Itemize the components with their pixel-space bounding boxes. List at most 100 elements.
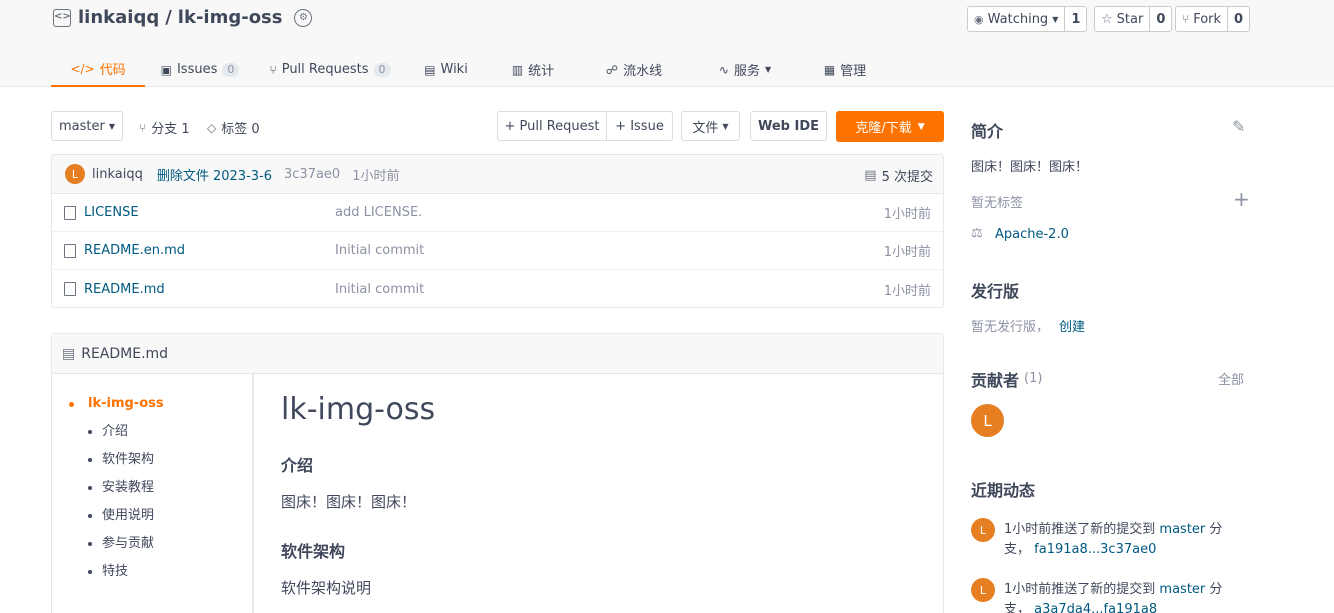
edit-icon[interactable]: ✎ [1232,117,1245,136]
new-issue-button[interactable]: + Issue [606,111,673,141]
pulse-icon: ∿ [718,62,729,77]
watch-label: Watching [987,11,1049,27]
branch-select[interactable]: master ▼ [51,111,123,141]
scale-icon: ⚖ [971,226,983,241]
intro-title: 简介 [971,122,1004,141]
tab-pipeline[interactable]: ☍ 流水线 [579,52,689,87]
readme-intro-heading: 介绍 [281,456,314,475]
toc-item[interactable]: 软件架构 [52,452,252,480]
shield-icon[interactable]: ⚙ [294,8,313,27]
issues-icon: ▣ [160,62,172,77]
toc-item[interactable]: 安装教程 [52,480,252,508]
commits-count-link[interactable]: ▤ 5 次提交 [864,166,933,185]
tags-link[interactable]: ◇ 标签 0 [207,118,260,138]
repo-separator: / [165,7,172,28]
pull-request-icon: ⑂ [269,62,277,77]
watch-button[interactable]: ◉ Watching ▼ [968,7,1064,31]
plus-icon[interactable]: + [1233,187,1250,211]
file-row[interactable]: LICENSE add LICENSE. 1小时前 [52,194,943,232]
activity-branch-link[interactable]: master [1159,582,1205,597]
tab-pipeline-label: 流水线 [623,64,663,79]
activity-branch-link[interactable]: master [1159,522,1205,537]
new-pull-request-button[interactable]: + Pull Request [497,111,607,141]
file-icon [64,205,76,220]
star-count[interactable]: 0 [1149,7,1171,31]
fork-button[interactable]: ⑂ Fork [1176,7,1227,31]
commit-time: 1小时前 [352,168,400,184]
license-link[interactable]: Apache-2.0 [995,227,1069,242]
readme-toc: lk-img-oss 介绍 软件架构 安装教程 使用说明 参与贡献 特技 [52,374,254,613]
avatar[interactable]: L [65,164,85,184]
file-text-icon: ▤ [62,345,76,362]
file-time: 1小时前 [883,245,931,260]
repo-name-link[interactable]: lk-img-oss [178,7,283,28]
avatar[interactable]: L [971,578,995,602]
avatar[interactable]: L [971,404,1004,437]
branches-label: 分支 1 [151,122,190,137]
bar-chart-icon: ▥ [511,62,524,77]
tab-manage-label: 管理 [840,64,867,79]
toc-item[interactable]: 特技 [52,564,252,592]
toc-item[interactable]: 参与贡献 [52,536,252,564]
tab-pull-requests-count: 0 [373,62,391,77]
tab-stats[interactable]: ▥ 统计 [487,52,579,87]
activity-range-link[interactable]: fa191a8...3c37ae0 [1034,542,1156,557]
file-icon [64,282,76,296]
file-commit-message[interactable]: Initial commit [335,243,424,258]
tab-manage[interactable]: ▦ 管理 [801,52,889,87]
file-menu-label: 文件 [692,120,719,136]
branches-link[interactable]: ⑂ 分支 1 [139,118,190,138]
caret-down-icon: ▼ [722,121,729,131]
tab-services[interactable]: ∿ 服务 ▼ [689,52,801,87]
toc-item[interactable]: 介绍 [52,424,252,452]
activity-range-link[interactable]: a3a7da4...fa191a8 [1034,602,1157,613]
tab-issues-count: 0 [222,62,240,77]
readme-arch-heading: 软件架构 [281,542,346,561]
all-contributors-link[interactable]: 全部 [1218,369,1244,388]
star-icon: ☆ [1101,11,1113,27]
commit-author[interactable]: linkaiqq [92,167,143,182]
file-name[interactable]: LICENSE [84,205,139,220]
file-row[interactable]: README.en.md Initial commit 1小时前 [52,232,943,270]
file-name[interactable]: README.en.md [84,243,185,258]
tab-wiki-label: Wiki [440,62,468,77]
activity-title: 近期动态 [971,481,1036,500]
repo-title: <> linkaiqq / lk-img-oss ⚙ [53,7,313,28]
clone-download-button[interactable]: 克隆/下载 ▼ [836,111,944,142]
avatar[interactable]: L [971,518,995,542]
file-name[interactable]: README.md [84,282,165,297]
readme-panel: ▤ README.md lk-img-oss 介绍 软件架构 安装教程 使用说明… [51,333,944,613]
release-title: 发行版 [971,282,1020,301]
tab-issues[interactable]: ▣ Issues 0 [145,52,255,87]
file-row[interactable]: README.md Initial commit 1小时前 [52,270,943,308]
star-button[interactable]: ☆ Star [1095,7,1149,31]
file-icon [64,243,76,258]
contributors-title: 贡献者 [971,371,1020,390]
web-ide-button[interactable]: Web IDE [750,111,827,141]
caret-down-icon: ▼ [764,65,772,74]
toc-item[interactable]: lk-img-oss [52,396,252,424]
fork-count[interactable]: 0 [1227,7,1249,31]
tab-wiki[interactable]: ▤ Wiki [405,52,487,87]
tab-pull-requests[interactable]: ⑂ Pull Requests 0 [255,52,405,87]
intro-text: 图床！图床！图床！ [971,160,1089,175]
no-tags-text: 暂无标签 [971,196,1024,211]
file-commit-message[interactable]: add LICENSE. [335,205,422,220]
file-time: 1小时前 [883,283,931,299]
repo-owner-link[interactable]: linkaiqq [78,7,159,28]
toc-item[interactable]: 使用说明 [52,508,252,536]
tab-code-label: 代码 [99,63,126,78]
tab-services-label: 服务 [733,64,760,79]
caret-down-icon: ▼ [1052,14,1059,24]
watch-count[interactable]: 1 [1064,7,1086,31]
create-release-link[interactable]: 创建 [1059,316,1085,335]
commit-hash[interactable]: 3c37ae0 [284,167,340,182]
contributors-count: (1) [1024,371,1043,386]
file-commit-message[interactable]: Initial commit [335,282,424,297]
activity-text: 1小时前推送了新的提交到 master 分支， a3a7da4...fa191a… [1004,580,1239,613]
file-menu-button[interactable]: 文件 ▼ [681,111,740,141]
branch-icon: ⑂ [139,120,147,135]
commit-message[interactable]: 删除文件 2023-3-6 [157,165,272,184]
caret-down-icon: ▼ [108,121,115,131]
tab-code[interactable]: </> 代码 [51,52,145,87]
